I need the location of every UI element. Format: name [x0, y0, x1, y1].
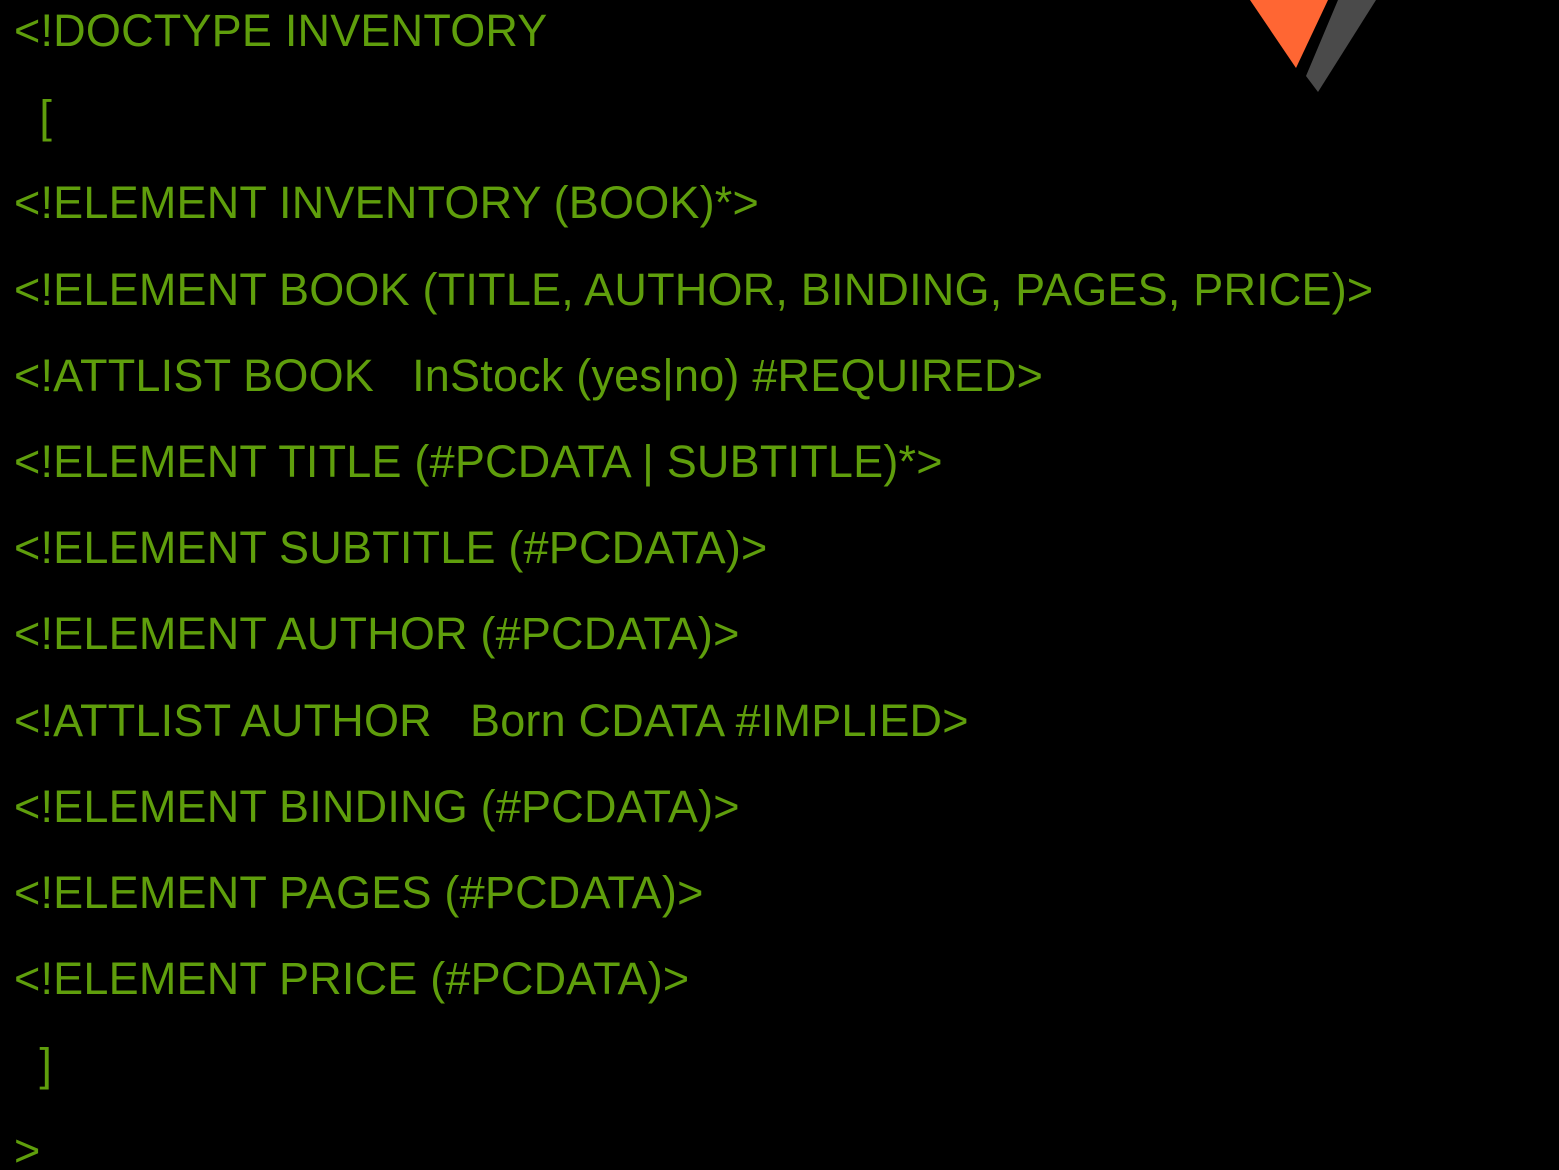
- code-line-attlist-book: <!ATTLIST BOOK InStock (yes|no) #REQUIRE…: [14, 349, 1044, 401]
- code-line-element-binding: <!ELEMENT BINDING (#PCDATA)>: [14, 780, 740, 832]
- code-line-element-price: <!ELEMENT PRICE (#PCDATA)>: [14, 953, 690, 1005]
- code-line-close-bracket: ]: [14, 1039, 53, 1091]
- dtd-code-block: <!DOCTYPE INVENTORY [ <!ELEMENT INVENTOR…: [14, 0, 1373, 1170]
- code-line-open-bracket: [: [14, 91, 53, 143]
- code-line-attlist-author: <!ATTLIST AUTHOR Born CDATA #IMPLIED>: [14, 694, 969, 746]
- code-line-element-title: <!ELEMENT TITLE (#PCDATA | SUBTITLE)*>: [14, 435, 943, 487]
- code-line-element-author: <!ELEMENT AUTHOR (#PCDATA)>: [14, 608, 740, 660]
- code-line-close-angle: >: [14, 1125, 41, 1170]
- code-line-element-subtitle: <!ELEMENT SUBTITLE (#PCDATA)>: [14, 522, 768, 574]
- code-line-element-book: <!ELEMENT BOOK (TITLE, AUTHOR, BINDING, …: [14, 263, 1374, 315]
- slide: <!DOCTYPE INVENTORY [ <!ELEMENT INVENTOR…: [0, 0, 1559, 1170]
- code-line-doctype: <!DOCTYPE INVENTORY: [14, 5, 548, 56]
- code-line-element-pages: <!ELEMENT PAGES (#PCDATA)>: [14, 866, 704, 918]
- code-line-element-inventory: <!ELEMENT INVENTORY (BOOK)*>: [14, 177, 760, 229]
